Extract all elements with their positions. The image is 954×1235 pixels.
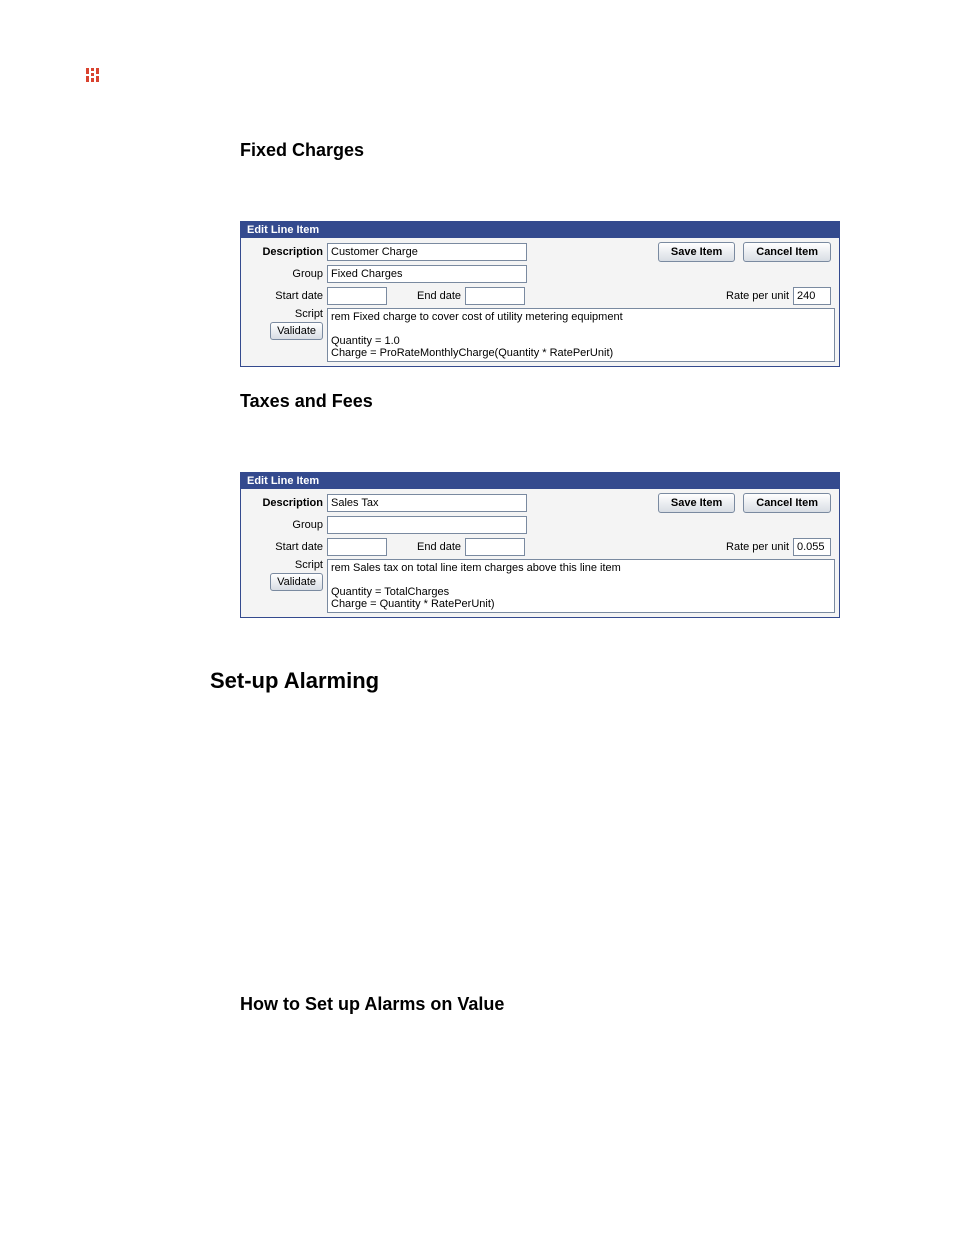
group-input[interactable] — [327, 265, 527, 283]
label-description: Description — [245, 497, 327, 509]
description-input[interactable] — [327, 494, 527, 512]
start-date-input[interactable] — [327, 287, 387, 305]
end-date-input[interactable] — [465, 287, 525, 305]
label-rate-per-unit: Rate per unit — [726, 290, 793, 302]
description-input[interactable] — [327, 243, 527, 261]
heading-how-to-alarms-value: How to Set up Alarms on Value — [240, 994, 880, 1015]
label-group: Group — [245, 268, 327, 280]
label-script: Script — [245, 308, 323, 320]
label-end-date: End date — [387, 290, 465, 302]
save-item-button[interactable]: Save Item — [658, 493, 735, 513]
heading-taxes-and-fees: Taxes and Fees — [240, 391, 880, 412]
script-textarea[interactable] — [327, 559, 835, 613]
start-date-input[interactable] — [327, 538, 387, 556]
panel-title: Edit Line Item — [241, 473, 839, 489]
save-item-button[interactable]: Save Item — [658, 242, 735, 262]
label-group: Group — [245, 519, 327, 531]
label-description: Description — [245, 246, 327, 258]
validate-button[interactable]: Validate — [270, 573, 323, 591]
label-start-date: Start date — [245, 290, 327, 302]
panel-title: Edit Line Item — [241, 222, 839, 238]
edit-line-item-panel: Edit Line Item Save Item Cancel Item Des… — [240, 472, 840, 618]
rate-per-unit-input[interactable] — [793, 287, 831, 305]
end-date-input[interactable] — [465, 538, 525, 556]
rate-per-unit-input[interactable] — [793, 538, 831, 556]
cancel-item-button[interactable]: Cancel Item — [743, 493, 831, 513]
label-script: Script — [245, 559, 323, 571]
brand-logo-icon — [86, 68, 100, 82]
cancel-item-button[interactable]: Cancel Item — [743, 242, 831, 262]
label-end-date: End date — [387, 541, 465, 553]
edit-line-item-panel: Edit Line Item Save Item Cancel Item Des… — [240, 221, 840, 367]
label-rate-per-unit: Rate per unit — [726, 541, 793, 553]
label-start-date: Start date — [245, 541, 327, 553]
heading-setup-alarming: Set-up Alarming — [210, 668, 880, 694]
group-input[interactable] — [327, 516, 527, 534]
script-textarea[interactable] — [327, 308, 835, 362]
validate-button[interactable]: Validate — [270, 322, 323, 340]
heading-fixed-charges: Fixed Charges — [240, 140, 880, 161]
